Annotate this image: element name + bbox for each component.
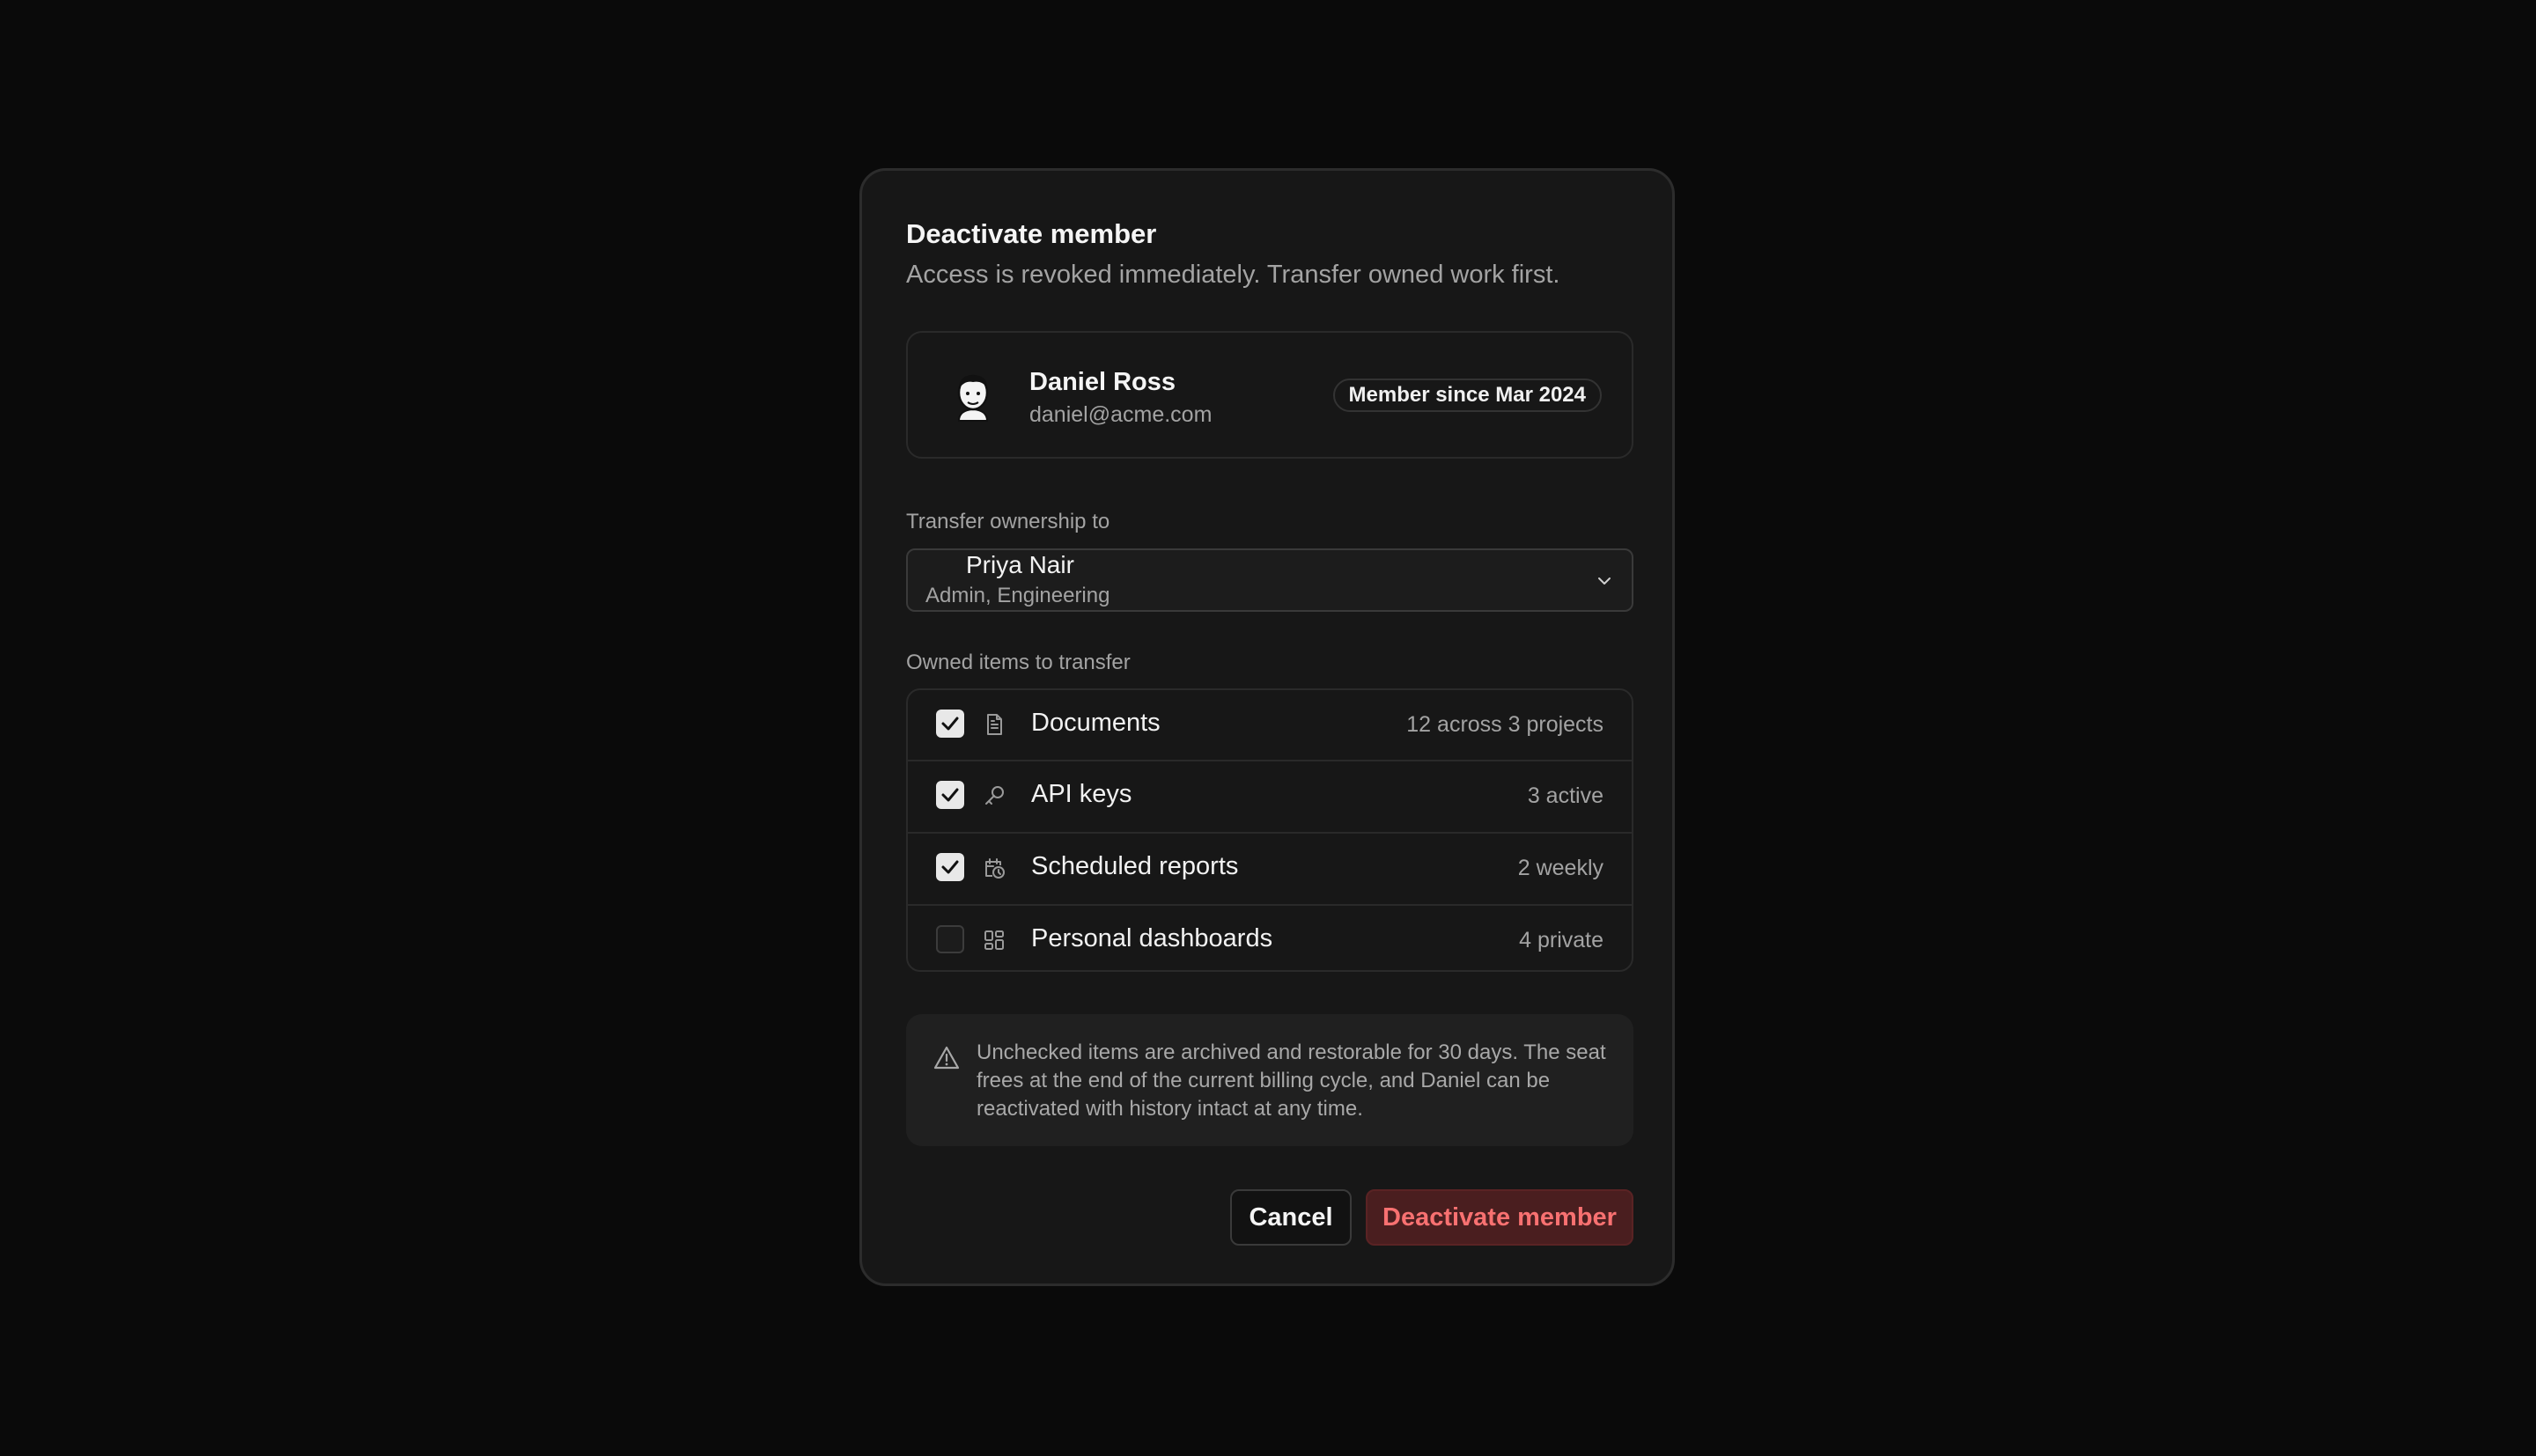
deactivate-member-button[interactable]: Deactivate member bbox=[1366, 1189, 1633, 1246]
documents-checkbox[interactable] bbox=[936, 710, 964, 738]
selected-owner-name: Priya Nair bbox=[966, 551, 1074, 578]
deactivate-member-dialog: Deactivate member Access is revoked imme… bbox=[859, 168, 1675, 1286]
calendar-clock-icon bbox=[985, 858, 1005, 879]
member-card: Daniel Ross daniel@acme.com Member since… bbox=[906, 331, 1633, 459]
dashboard-icon bbox=[984, 930, 1004, 950]
item-label: API keys bbox=[1031, 780, 1132, 808]
item-meta: 2 weekly bbox=[1517, 856, 1603, 880]
personal-dashboards-checkbox[interactable] bbox=[936, 925, 964, 953]
scheduled-reports-checkbox[interactable] bbox=[936, 853, 964, 881]
owned-item-documents[interactable]: Documents 12 across 3 projects bbox=[908, 690, 1632, 761]
member-name: Daniel Ross bbox=[1029, 368, 1176, 396]
item-meta: 12 across 3 projects bbox=[1406, 712, 1603, 737]
page: Deactivate member Access is revoked imme… bbox=[0, 0, 2536, 1456]
api-keys-checkbox[interactable] bbox=[936, 781, 964, 809]
member-email: daniel@acme.com bbox=[1029, 402, 1213, 427]
item-label: Personal dashboards bbox=[1031, 924, 1273, 952]
item-label: Documents bbox=[1031, 709, 1161, 737]
owned-item-scheduled-reports[interactable]: Scheduled reports 2 weekly bbox=[908, 832, 1632, 902]
dialog-title: Deactivate member bbox=[906, 218, 1157, 249]
selected-owner-role: Admin, Engineering bbox=[925, 584, 1110, 607]
item-meta: 3 active bbox=[1527, 783, 1603, 808]
document-icon bbox=[987, 714, 1002, 735]
warning-icon bbox=[933, 1046, 960, 1070]
notice-text: Unchecked items are archived and restora… bbox=[977, 1041, 1606, 1121]
archive-notice: Unchecked items are archived and restora… bbox=[906, 1014, 1633, 1146]
item-label: Scheduled reports bbox=[1031, 852, 1239, 880]
owned-item-personal-dashboards[interactable]: Personal dashboards 4 private bbox=[908, 904, 1632, 970]
transfer-ownership-label: Transfer ownership to bbox=[906, 510, 1110, 533]
avatar bbox=[957, 374, 989, 422]
owned-items-label: Owned items to transfer bbox=[906, 651, 1131, 674]
dialog-subtitle: Access is revoked immediately. Transfer … bbox=[906, 261, 1560, 289]
chevron-down-icon bbox=[1598, 577, 1611, 585]
member-since-badge: Member since Mar 2024 bbox=[1332, 379, 1602, 412]
cancel-button[interactable]: Cancel bbox=[1230, 1189, 1352, 1246]
key-icon bbox=[985, 786, 1004, 805]
transfer-owner-select[interactable]: Priya Nair Admin, Engineering bbox=[906, 548, 1633, 612]
owned-items-list: Documents 12 across 3 projects API keys … bbox=[906, 688, 1633, 972]
owned-item-api-keys[interactable]: API keys 3 active bbox=[908, 760, 1632, 830]
item-meta: 4 private bbox=[1519, 928, 1603, 952]
